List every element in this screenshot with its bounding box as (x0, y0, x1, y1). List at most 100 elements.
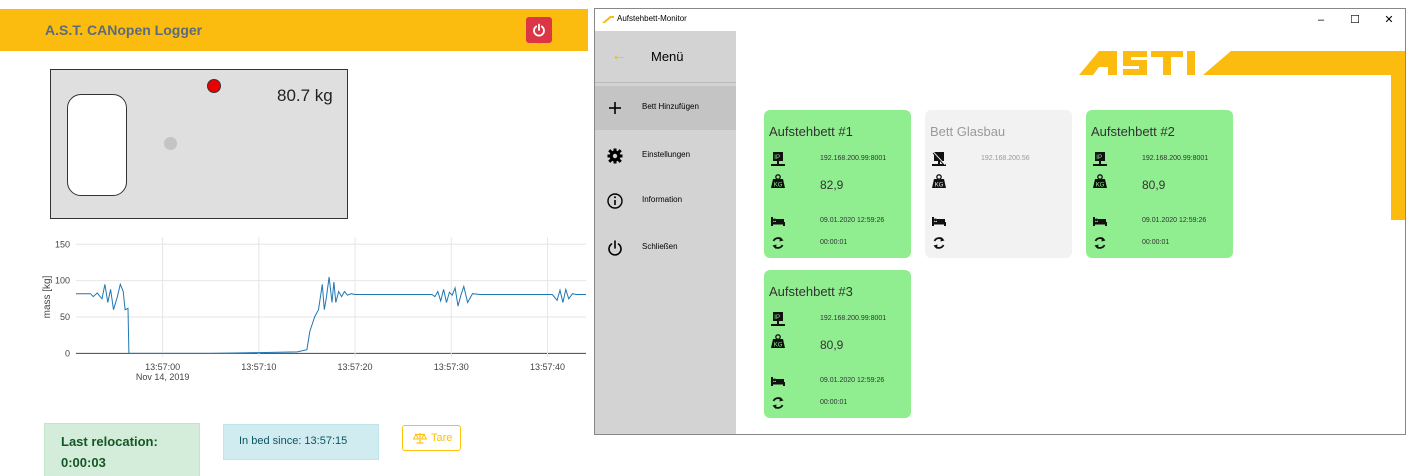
bed-card-title: Bett Glasbau (930, 124, 1006, 139)
y-tick-label: 100 (55, 276, 70, 286)
sync-icon (772, 397, 784, 409)
bed-card-bett-glasbau[interactable]: Bett Glasbau 192.168.200.56 KG (925, 110, 1072, 258)
weight-kg-icon: KG (1093, 174, 1107, 188)
bed-pillow (67, 94, 127, 196)
center-of-mass-marker (207, 79, 221, 93)
menu-item-information[interactable]: Information (595, 179, 736, 223)
svg-text:KG: KG (1096, 183, 1105, 189)
info-icon (607, 193, 623, 209)
bed-center-marker (164, 137, 177, 150)
bed-card-title: Aufstehbett #2 (1091, 124, 1175, 139)
menu-item-label: Information (642, 195, 683, 204)
y-tick-label: 0 (65, 348, 70, 358)
bed-card-date: 09.01.2020 12:59:26 (820, 217, 885, 224)
bed-card-timer: 00:00:01 (1142, 239, 1170, 246)
menu-item-bett-hinzufuegen[interactable]: Bett Hinzufügen (595, 86, 736, 130)
gear-icon (607, 148, 623, 164)
menu-item-einstellungen[interactable]: Einstellungen (595, 134, 736, 178)
menu-title: Menü (651, 49, 684, 64)
menu-item-label: Bett Hinzufügen (642, 102, 699, 111)
last-relocation-value: 0:00:03 (61, 455, 106, 470)
bed-card-ip: 192.168.200.99:8001 (820, 315, 887, 322)
tare-label: Tare (431, 432, 453, 444)
bed-card-date: 09.01.2020 12:59:26 (820, 377, 885, 384)
sync-icon (933, 237, 945, 249)
svg-text:KG: KG (774, 183, 783, 189)
window-titlebar[interactable]: Aufstehbett-Monitor – ☐ ✕ (595, 9, 1405, 31)
in-bed-badge: In bed since: 13:57:15 (223, 424, 379, 460)
svg-text:KG: KG (935, 183, 944, 189)
bed-card-ip: 192.168.200.99:8001 (820, 155, 887, 162)
in-bed-text: In bed since: 13:57:15 (239, 435, 348, 447)
scale-icon (413, 433, 427, 444)
bed-icon (1093, 217, 1107, 226)
last-relocation-label: Last relocation: (61, 434, 158, 449)
bed-icon (932, 217, 946, 226)
bed-card-aufstehbett-1[interactable]: Aufstehbett #1 IP 192.168.200.99:8001 KG… (764, 110, 911, 258)
weight-kg-icon: KG (771, 334, 785, 348)
bed-card-timer: 00:00:01 (820, 239, 848, 246)
bed-overview: Aufstehbett #1 IP 192.168.200.99:8001 KG… (736, 31, 1405, 434)
x-tick-label: 13:57:00 (145, 362, 180, 372)
x-tick-label: 13:57:20 (338, 362, 373, 372)
tare-button[interactable]: Tare (402, 425, 461, 451)
sync-icon (1094, 237, 1106, 249)
bed-card-aufstehbett-3[interactable]: Aufstehbett #3 IP 192.168.200.99:8001 KG… (764, 270, 911, 418)
bed-card-weight: 80,9 (1142, 178, 1166, 192)
bed-icon (771, 217, 785, 226)
mass-chart-svg: 0 50 100 150 13:57:00Nov 14, 2019 13:57:10 13:… (42, 237, 586, 382)
maximize-button[interactable]: ☐ (1340, 11, 1370, 29)
svg-text:KG: KG (774, 343, 783, 349)
x-tick-label: 13:57:10 (241, 362, 276, 372)
logger-title: A.S.T. CANopen Logger (45, 22, 203, 38)
svg-text:IP: IP (1096, 155, 1102, 161)
svg-text:IP: IP (774, 155, 780, 161)
menu-item-label: Schließen (642, 242, 678, 251)
network-ip-icon: IP (771, 152, 785, 166)
power-icon (608, 240, 622, 256)
bed-card-date: 09.01.2020 12:59:26 (1142, 217, 1207, 224)
sync-icon (772, 237, 784, 249)
power-icon (533, 23, 545, 37)
logger-header: A.S.T. CANopen Logger (0, 9, 588, 51)
mass-series-line (76, 276, 586, 354)
last-relocation-badge: Last relocation: 0:00:03 (44, 423, 200, 476)
canopen-logger-app: A.S.T. CANopen Logger 80.7 kg 0 50 100 150 1… (0, 0, 588, 476)
bed-visualization: 80.7 kg (50, 69, 348, 219)
aufstehbett-monitor-window: Aufstehbett-Monitor – ☐ ✕ ← Menü Bett Hi… (594, 8, 1406, 435)
x-tick-label: 13:57:30 (434, 362, 469, 372)
weight-kg-icon: KG (771, 174, 785, 188)
bed-card-aufstehbett-2[interactable]: Aufstehbett #2 IP 192.168.200.99:8001 KG… (1086, 110, 1233, 258)
y-axis-label: mass [kg] (42, 275, 53, 318)
network-ip-icon: IP (771, 312, 785, 326)
weight-kg-icon: KG (932, 174, 946, 188)
window-title: Aufstehbett-Monitor (617, 14, 687, 23)
network-ip-icon: IP (1093, 152, 1107, 166)
bed-card-weight: 82,9 (820, 178, 844, 192)
back-arrow-icon[interactable]: ← (611, 47, 627, 65)
x-tick-label: 13:57:40 (530, 362, 565, 372)
menu-header: ← Menü (595, 31, 736, 83)
minimize-button[interactable]: – (1306, 11, 1336, 29)
app-logo-icon (602, 16, 614, 23)
network-disconnected-icon (932, 152, 946, 166)
bed-card-title: Aufstehbett #3 (769, 284, 853, 299)
bed-card-weight: 80,9 (820, 338, 844, 352)
bed-icon (771, 377, 785, 386)
plus-icon (609, 102, 621, 114)
mass-chart[interactable]: 0 50 100 150 13:57:00 Nov 14, 2019 13:57:10 13:… (36, 232, 588, 392)
y-tick-label: 50 (60, 312, 70, 322)
bed-card-ip: 192.168.200.56 (981, 155, 1030, 162)
menu-item-label: Einstellungen (642, 150, 691, 159)
svg-text:IP: IP (774, 315, 780, 321)
x-tick-label: Nov 14, 2019 (136, 372, 190, 382)
bed-card-ip: 192.168.200.99:8001 (1142, 155, 1209, 162)
menu-item-schliessen[interactable]: Schließen (595, 226, 736, 270)
power-button[interactable] (526, 17, 552, 43)
y-tick-label: 150 (55, 239, 70, 249)
bed-card-title: Aufstehbett #1 (769, 124, 853, 139)
side-menu: ← Menü Bett Hinzufügen Einstellungen Inf… (595, 31, 736, 434)
close-window-button[interactable]: ✕ (1374, 11, 1404, 29)
weight-readout: 80.7 kg (277, 86, 333, 105)
bed-card-timer: 00:00:01 (820, 399, 848, 406)
